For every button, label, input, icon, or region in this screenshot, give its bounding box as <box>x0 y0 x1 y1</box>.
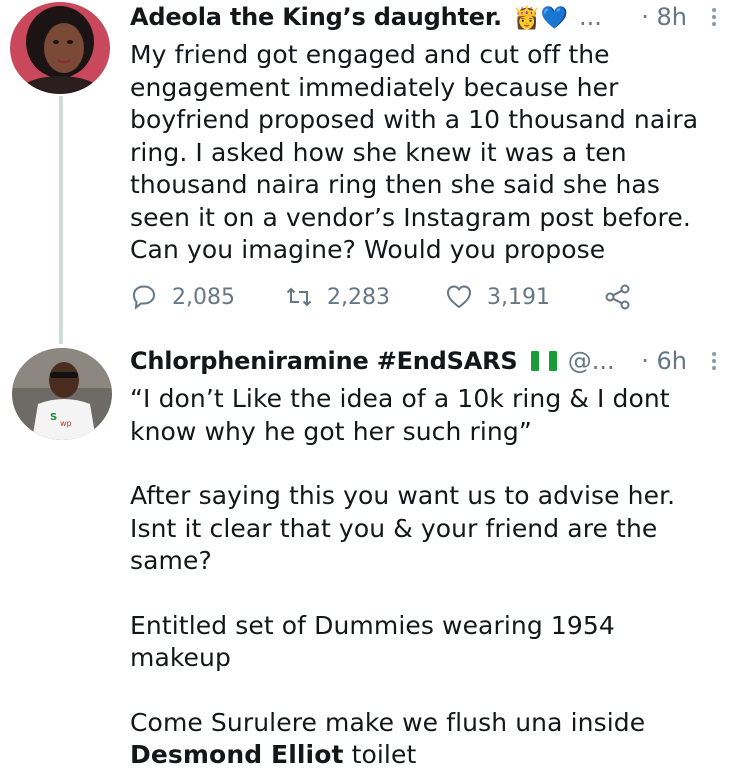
like-icon <box>446 285 472 309</box>
author-name[interactable]: Adeola the King’s daughter. <box>130 3 502 31</box>
tweet-header: Adeola the King’s daughter. 👸💙 ... · 8h <box>130 3 721 35</box>
like-button[interactable]: 3,191 <box>445 283 550 311</box>
paragraph-2: After saying this you want us to advise … <box>130 481 676 575</box>
paragraph-4-suffix: toilet <box>343 740 417 769</box>
tweet-text: My friend got engaged and cut off the en… <box>130 40 699 264</box>
reply-icon <box>132 285 156 310</box>
paragraph-1: “I don’t Like the idea of a 10k ring & I… <box>130 384 670 446</box>
tweet-actions: 2,085 2,283 3,191 <box>130 283 650 315</box>
timestamp[interactable]: · 6h <box>641 347 687 375</box>
reply-button[interactable]: 2,085 <box>130 283 235 311</box>
avatar-image: S wp <box>12 348 112 440</box>
retweet-icon <box>286 287 312 307</box>
tweet-2[interactable]: S wp Chlorpheniramine #EndSARS @... · 6h… <box>0 340 741 772</box>
paragraph-4-text: Come Surulere make we flush una inside <box>130 707 646 737</box>
tweet-header: Chlorpheniramine #EndSARS @... · 6h <box>130 347 721 379</box>
more-options-icon[interactable] <box>707 5 721 33</box>
tweet-content: Chlorpheniramine #EndSARS @... · 6h “I d… <box>130 347 721 772</box>
tweet-text: “I don’t Like the idea of a 10k ring & I… <box>130 383 721 772</box>
retweet-count: 2,283 <box>327 284 390 310</box>
reply-count: 2,085 <box>172 284 235 310</box>
more-options-icon[interactable] <box>707 349 721 377</box>
avatar-image <box>10 2 110 94</box>
avatar[interactable] <box>10 2 110 94</box>
share-button[interactable] <box>604 283 646 311</box>
like-count: 3,191 <box>487 284 550 310</box>
tweet-content: Adeola the King’s daughter. 👸💙 ... · 8h … <box>130 3 721 267</box>
svg-text:S: S <box>50 412 57 423</box>
author-handle: @... <box>567 347 615 375</box>
mention-link[interactable]: Desmond Elliot <box>130 740 344 769</box>
paragraph-3: Entitled set of Dummies wearing 1954 mak… <box>130 610 615 673</box>
tweet-1[interactable]: Adeola the King’s daughter. 👸💙 ... · 8h … <box>0 0 741 344</box>
thread-line <box>59 96 63 344</box>
retweet-button[interactable]: 2,283 <box>285 283 390 311</box>
share-icon <box>605 284 630 310</box>
paragraph-4: Come Surulere make we flush una inside De… <box>130 707 721 772</box>
avatar[interactable]: S wp <box>12 348 112 440</box>
timestamp[interactable]: · 8h <box>641 3 687 31</box>
author-handle: ... <box>578 3 602 31</box>
svg-text:wp: wp <box>60 419 72 428</box>
nigeria-flag-icon <box>530 351 557 371</box>
emoji-badges: 👸💙 <box>513 6 568 31</box>
author-name[interactable]: Chlorpheniramine #EndSARS <box>130 347 518 375</box>
